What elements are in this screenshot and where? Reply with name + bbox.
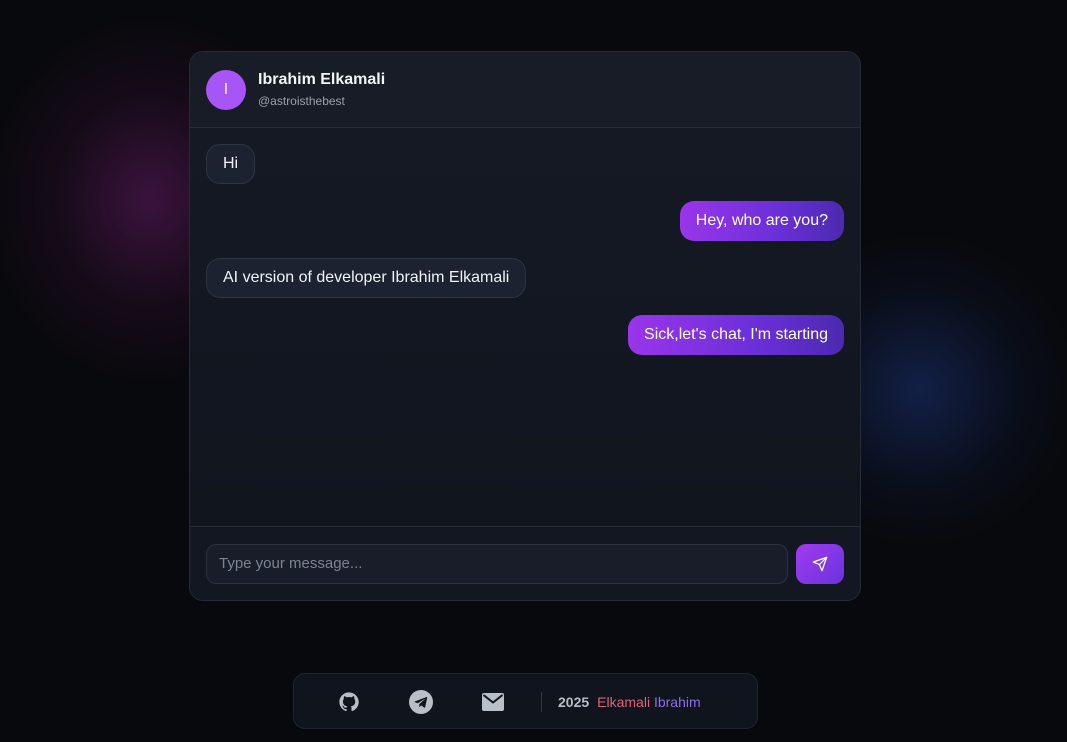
message-list: Hi Hey, who are you? AI version of devel…: [190, 128, 860, 528]
send-button[interactable]: [796, 543, 844, 584]
message-bubble-incoming: Hi: [206, 144, 256, 184]
avatar: I: [206, 69, 246, 110]
message-composer: [190, 526, 860, 600]
message-bubble-incoming: AI version of developer Ibrahim Elkamali: [206, 258, 527, 298]
send-icon: [812, 556, 828, 571]
message-row: Hey, who are you?: [206, 201, 844, 241]
contact-info: Ibrahim Elkamali @astroisthebest: [258, 70, 385, 109]
chat-window: I Ibrahim Elkamali @astroisthebest Hi He…: [189, 51, 861, 601]
footer-bar: 2025 Elkamali Ibrahim: [293, 673, 758, 729]
contact-handle: @astroisthebest: [258, 94, 345, 108]
message-bubble-outgoing: Hey, who are you?: [679, 201, 844, 241]
message-bubble-outgoing: Sick,let's chat, I'm starting: [628, 315, 844, 355]
message-row: Sick,let's chat, I'm starting: [206, 315, 844, 355]
message-row: Hi: [206, 144, 844, 184]
github-icon[interactable]: [337, 690, 361, 714]
footer-name-first: Elkamali: [597, 694, 651, 710]
contact-name: Ibrahim Elkamali: [258, 71, 386, 88]
telegram-icon[interactable]: [409, 690, 433, 714]
footer-credit: 2025 Elkamali Ibrahim: [558, 693, 701, 711]
message-row: AI version of developer Ibrahim Elkamali: [206, 258, 844, 298]
footer-divider: [541, 692, 542, 712]
message-input[interactable]: [206, 543, 788, 584]
chat-header: I Ibrahim Elkamali @astroisthebest: [190, 52, 860, 128]
footer-name-last: Ibrahim: [653, 694, 701, 710]
mail-icon[interactable]: [481, 690, 505, 714]
footer-year: 2025: [558, 694, 590, 710]
